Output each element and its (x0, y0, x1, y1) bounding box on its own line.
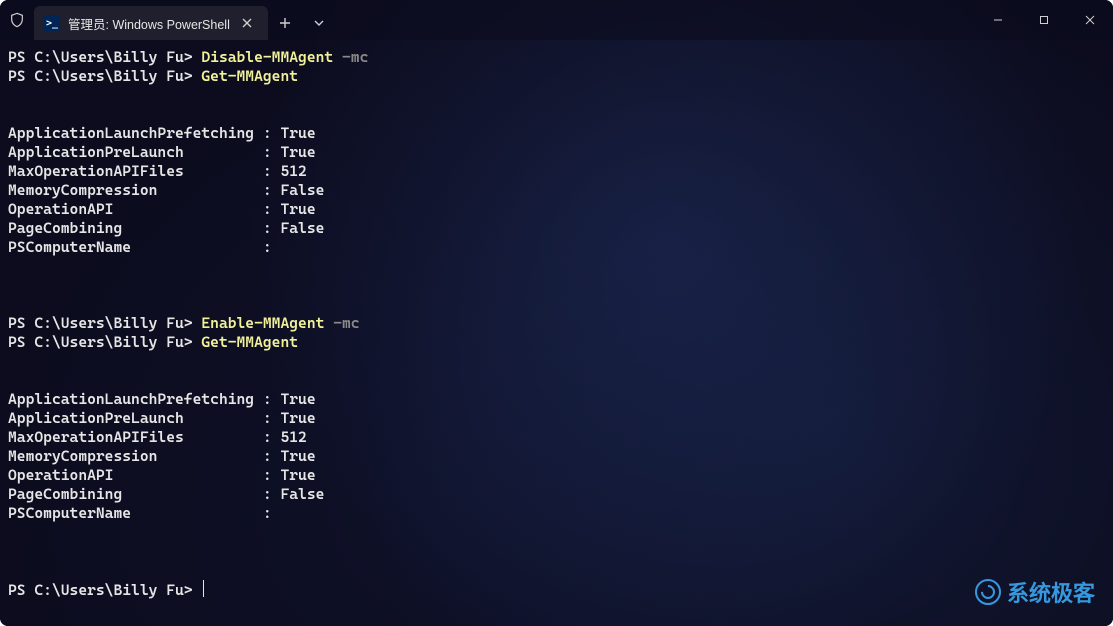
output-row: PageCombining : False (8, 485, 1105, 504)
output-row: ApplicationPreLaunch : True (8, 143, 1105, 162)
prompt-text: PS C:\Users\Billy Fu> (8, 581, 201, 599)
command-line: PS C:\Users\Billy Fu> Enable-MMAgent -mc (8, 314, 1105, 333)
command-text: Disable-MMAgent (201, 48, 333, 66)
command-arg: -mc (333, 48, 368, 66)
output-row: PageCombining : False (8, 219, 1105, 238)
command-line: PS C:\Users\Billy Fu> Get-MMAgent (8, 333, 1105, 352)
minimize-button[interactable] (975, 0, 1021, 40)
prompt-text: PS C:\Users\Billy Fu> (8, 314, 201, 332)
prompt-text: PS C:\Users\Billy Fu> (8, 48, 201, 66)
tab-dropdown-button[interactable] (302, 6, 336, 40)
output-row: MemoryCompression : True (8, 447, 1105, 466)
titlebar-drag-region[interactable] (336, 0, 975, 40)
tab-active[interactable]: >_ 管理员: Windows PowerShell (34, 6, 268, 40)
command-text: Enable-MMAgent (201, 314, 324, 332)
watermark-text: 系统极客 (1007, 576, 1095, 608)
current-prompt-line[interactable]: PS C:\Users\Billy Fu> (8, 580, 1105, 600)
cursor (203, 580, 204, 597)
command-text: Get-MMAgent (201, 67, 298, 85)
prompt-text: PS C:\Users\Billy Fu> (8, 333, 201, 351)
watermark-logo-icon (975, 579, 1001, 605)
output-row: OperationAPI : True (8, 200, 1105, 219)
window-buttons (975, 0, 1113, 40)
powershell-icon: >_ (44, 15, 60, 31)
output-row: OperationAPI : True (8, 466, 1105, 485)
output-row: PSComputerName : (8, 504, 1105, 523)
watermark: 系统极客 (975, 576, 1095, 608)
output-row: ApplicationLaunchPrefetching : True (8, 124, 1105, 143)
admin-shield-icon (0, 12, 34, 28)
new-tab-button[interactable] (268, 6, 302, 40)
output-row: ApplicationPreLaunch : True (8, 409, 1105, 428)
maximize-button[interactable] (1021, 0, 1067, 40)
output-row: ApplicationLaunchPrefetching : True (8, 390, 1105, 409)
titlebar: >_ 管理员: Windows PowerShell (0, 0, 1113, 40)
command-line: PS C:\Users\Billy Fu> Disable-MMAgent -m… (8, 48, 1105, 67)
tab-close-button[interactable] (238, 14, 256, 32)
tab-title: 管理员: Windows PowerShell (68, 14, 230, 33)
output-row: MaxOperationAPIFiles : 512 (8, 428, 1105, 447)
terminal-window: >_ 管理员: Windows PowerShell (0, 0, 1113, 626)
command-arg: -mc (324, 314, 359, 332)
command-text: Get-MMAgent (201, 333, 298, 351)
output-row: MaxOperationAPIFiles : 512 (8, 162, 1105, 181)
terminal-viewport[interactable]: PS C:\Users\Billy Fu> Disable-MMAgent -m… (0, 40, 1113, 626)
command-line: PS C:\Users\Billy Fu> Get-MMAgent (8, 67, 1105, 86)
titlebar-left: >_ 管理员: Windows PowerShell (0, 0, 336, 40)
prompt-text: PS C:\Users\Billy Fu> (8, 67, 201, 85)
output-row: PSComputerName : (8, 238, 1105, 257)
close-button[interactable] (1067, 0, 1113, 40)
output-row: MemoryCompression : False (8, 181, 1105, 200)
